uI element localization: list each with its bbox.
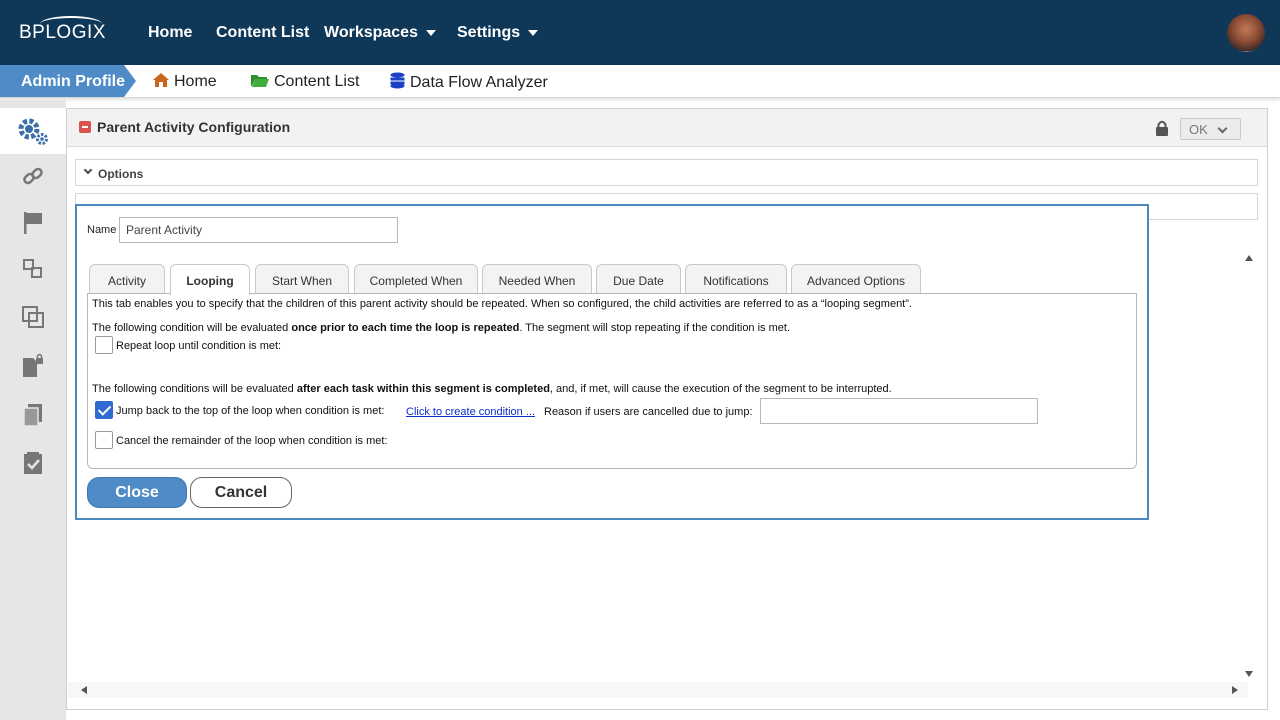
- scroll-down-arrow-icon[interactable]: [1245, 671, 1253, 677]
- breadcrumb-admin-profile[interactable]: Admin Profile: [0, 65, 136, 97]
- sidebar-item-copy[interactable]: [0, 294, 66, 340]
- page-title: Parent Activity Configuration: [97, 119, 291, 135]
- nav-content-list[interactable]: Content List: [216, 24, 309, 42]
- scroll-up-arrow-icon[interactable]: [1245, 255, 1253, 261]
- chevron-down-icon: [425, 29, 436, 36]
- options-label: Options: [98, 167, 144, 181]
- chevron-down-icon: [528, 29, 539, 36]
- sidebar-item-settings[interactable]: [0, 108, 66, 154]
- bplogix-logo: BPLOGIX: [19, 22, 106, 43]
- nav-workspaces-label: Workspaces: [324, 24, 418, 41]
- lock-icon[interactable]: [1155, 120, 1169, 137]
- top-navigation-bar: BPLOGIX Home Content List Workspaces Set…: [0, 0, 1280, 65]
- panel-header: Parent Activity Configuration OK: [67, 109, 1267, 147]
- gears-icon: [18, 118, 48, 145]
- cancel-remainder-checkbox[interactable]: [95, 431, 113, 449]
- name-label: Name: [87, 224, 117, 236]
- tab-completed-when[interactable]: Completed When: [354, 264, 478, 294]
- house-icon: [152, 72, 170, 93]
- folder-icon: [250, 72, 270, 93]
- sidebar-item-documents[interactable]: [0, 392, 66, 438]
- left-sidebar: [0, 100, 66, 720]
- link-icon: [23, 167, 43, 185]
- copy-icon: [22, 306, 44, 328]
- breadcrumb-content-list[interactable]: Content List: [250, 72, 359, 93]
- reason-input[interactable]: [760, 398, 1038, 424]
- nav-home[interactable]: Home: [148, 24, 192, 42]
- tab-notifications[interactable]: Notifications: [685, 264, 787, 294]
- horizontal-scrollbar[interactable]: [68, 682, 1248, 698]
- user-avatar[interactable]: [1227, 14, 1265, 52]
- chevron-down-icon: [1217, 123, 1228, 134]
- repeat-loop-checkbox[interactable]: [95, 336, 113, 354]
- nav-settings-label: Settings: [457, 24, 521, 41]
- intro-text: This tab enables you to specify that the…: [92, 298, 912, 310]
- form-icon: [79, 121, 91, 133]
- repeat-condition-description: The following condition will be evaluate…: [92, 322, 790, 334]
- sidebar-item-links[interactable]: [0, 154, 66, 200]
- sidebar-item-flag[interactable]: [0, 200, 66, 246]
- cancel-remainder-label: Cancel the remainder of the loop when co…: [116, 435, 388, 447]
- flag-icon: [24, 212, 42, 234]
- reason-label: Reason if users are cancelled due to jum…: [544, 406, 753, 418]
- sidebar-item-secure-documents[interactable]: [0, 343, 66, 389]
- ok-button[interactable]: OK: [1180, 118, 1241, 140]
- breadcrumb-data-flow-analyzer[interactable]: Data Flow Analyzer: [389, 72, 548, 94]
- text-segment: , and, if met, will cause the execution …: [549, 383, 892, 395]
- documents-icon: [23, 404, 42, 427]
- tab-needed-when[interactable]: Needed When: [482, 264, 592, 294]
- nav-workspaces[interactable]: Workspaces: [324, 24, 436, 42]
- name-input[interactable]: [119, 217, 398, 243]
- nav-settings[interactable]: Settings: [457, 24, 539, 42]
- tab-looping[interactable]: Looping: [170, 264, 250, 295]
- breadcrumb-content-list-label: Content List: [274, 73, 360, 90]
- scroll-right-arrow-icon[interactable]: [1232, 686, 1238, 694]
- locked-document-icon: [23, 353, 43, 377]
- breadcrumb-home[interactable]: Home: [152, 72, 217, 93]
- tab-start-when[interactable]: Start When: [255, 264, 349, 294]
- breadcrumb: Admin Profile Home Content List Data Flo…: [0, 65, 1280, 98]
- sidebar-item-tasks[interactable]: [0, 440, 66, 486]
- text-emphasis: once prior to each time the loop is repe…: [291, 322, 520, 334]
- tab-activity[interactable]: Activity: [89, 264, 165, 294]
- repeat-loop-label: Repeat loop until condition is met:: [116, 340, 282, 352]
- text-segment: The following conditions will be evaluat…: [92, 383, 297, 395]
- parent-activity-dialog: Name Activity Looping Start When Complet…: [75, 204, 1149, 520]
- interrupt-condition-description: The following conditions will be evaluat…: [92, 383, 892, 395]
- workflow-icon: [23, 259, 42, 278]
- sidebar-item-workflow[interactable]: [0, 246, 66, 292]
- task-check-icon: [24, 452, 42, 474]
- breadcrumb-home-label: Home: [174, 73, 217, 90]
- jump-back-checkbox[interactable]: [95, 401, 113, 419]
- database-icon: [389, 72, 406, 94]
- text-segment: . The segment will stop repeating if the…: [519, 322, 791, 334]
- scroll-left-arrow-icon[interactable]: [81, 686, 87, 694]
- chevron-down-icon: [83, 165, 93, 175]
- looping-tab-content: This tab enables you to specify that the…: [87, 293, 1137, 469]
- tab-advanced-options[interactable]: Advanced Options: [791, 264, 921, 294]
- close-button[interactable]: Close: [87, 477, 187, 508]
- options-section[interactable]: Options: [75, 159, 1258, 186]
- breadcrumb-data-flow-label: Data Flow Analyzer: [410, 74, 548, 91]
- jump-back-label: Jump back to the top of the loop when co…: [116, 405, 385, 417]
- cancel-button[interactable]: Cancel: [190, 477, 292, 508]
- tab-due-date[interactable]: Due Date: [596, 264, 681, 294]
- text-segment: The following condition will be evaluate…: [92, 322, 292, 334]
- ok-button-label: OK: [1189, 122, 1208, 137]
- create-condition-link[interactable]: Click to create condition ...: [406, 406, 535, 418]
- text-emphasis: after each task within this segment is c…: [296, 383, 550, 395]
